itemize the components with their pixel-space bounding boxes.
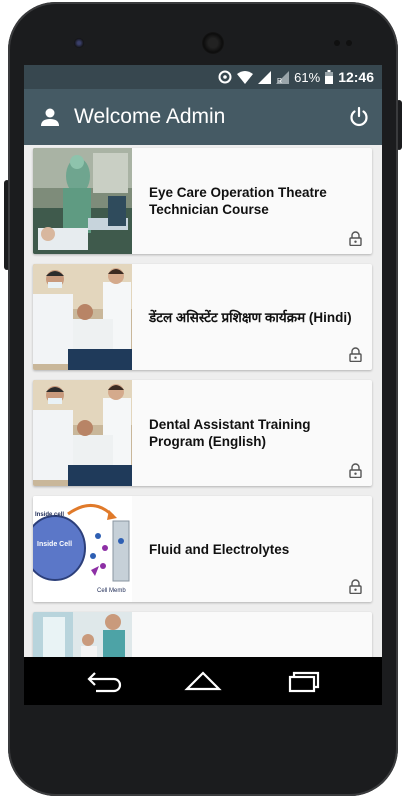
course-card[interactable]: Eye Care Operation Theatre Technician Co…	[33, 148, 372, 254]
course-card[interactable]: डेंटल असिस्टेंट प्रशिक्षण कार्यक्रम (Hin…	[33, 264, 372, 370]
cell-label-1: Inside cell	[35, 512, 64, 518]
course-title	[149, 612, 367, 657]
dental-assistant-photo	[33, 264, 132, 370]
lock-icon	[349, 579, 362, 594]
home-icon[interactable]	[183, 667, 223, 695]
recents-icon[interactable]	[282, 667, 322, 695]
lock-icon	[349, 231, 362, 246]
battery-percent: 61%	[294, 69, 321, 85]
app-bar: Welcome Admin	[24, 89, 382, 145]
cell-label-3: Cell Memb	[97, 588, 126, 594]
earpiece-speaker	[202, 32, 224, 54]
person-icon	[41, 108, 59, 126]
svg-text:R: R	[277, 78, 282, 84]
wifi-icon	[237, 70, 254, 84]
cell-label-2: Inside Cell	[37, 541, 72, 548]
course-title: Dental Assistant Training Program (Engli…	[149, 417, 311, 449]
lock-icon	[349, 347, 362, 362]
battery-icon	[325, 70, 334, 84]
clinic-photo	[33, 612, 132, 657]
front-camera	[74, 38, 84, 48]
course-title: Fluid and Electrolytes	[149, 541, 290, 557]
cell-diagram-image: Inside cell Inside Cell Cell Memb	[33, 496, 132, 602]
data-saver-icon	[218, 70, 232, 84]
navigation-bar	[24, 657, 382, 705]
app-screen: R 61% 12:46 Welcome Admin Eye Care Opera…	[24, 65, 382, 657]
lock-icon	[349, 463, 362, 478]
course-card[interactable]: Inside cell Inside Cell Cell Memb Fluid …	[33, 496, 372, 602]
signal-icon	[258, 70, 272, 84]
proximity-sensor	[334, 40, 340, 46]
status-bar: R 61% 12:46	[24, 65, 382, 89]
dental-assistant-photo	[33, 380, 132, 486]
course-list: Eye Care Operation Theatre Technician Co…	[24, 145, 382, 657]
course-title: Eye Care Operation Theatre Technician Co…	[149, 185, 327, 217]
status-time: 12:46	[338, 69, 374, 85]
course-card[interactable]	[33, 612, 372, 657]
course-card[interactable]: Dental Assistant Training Program (Engli…	[33, 380, 372, 486]
signal-roaming-icon: R	[276, 70, 290, 84]
power-icon[interactable]	[348, 106, 370, 128]
back-icon[interactable]	[84, 667, 124, 695]
page-title: Welcome Admin	[74, 105, 226, 128]
course-title: डेंटल असिस्टेंट प्रशिक्षण कार्यक्रम (Hin…	[149, 309, 352, 325]
operation-theatre-photo	[33, 148, 132, 254]
